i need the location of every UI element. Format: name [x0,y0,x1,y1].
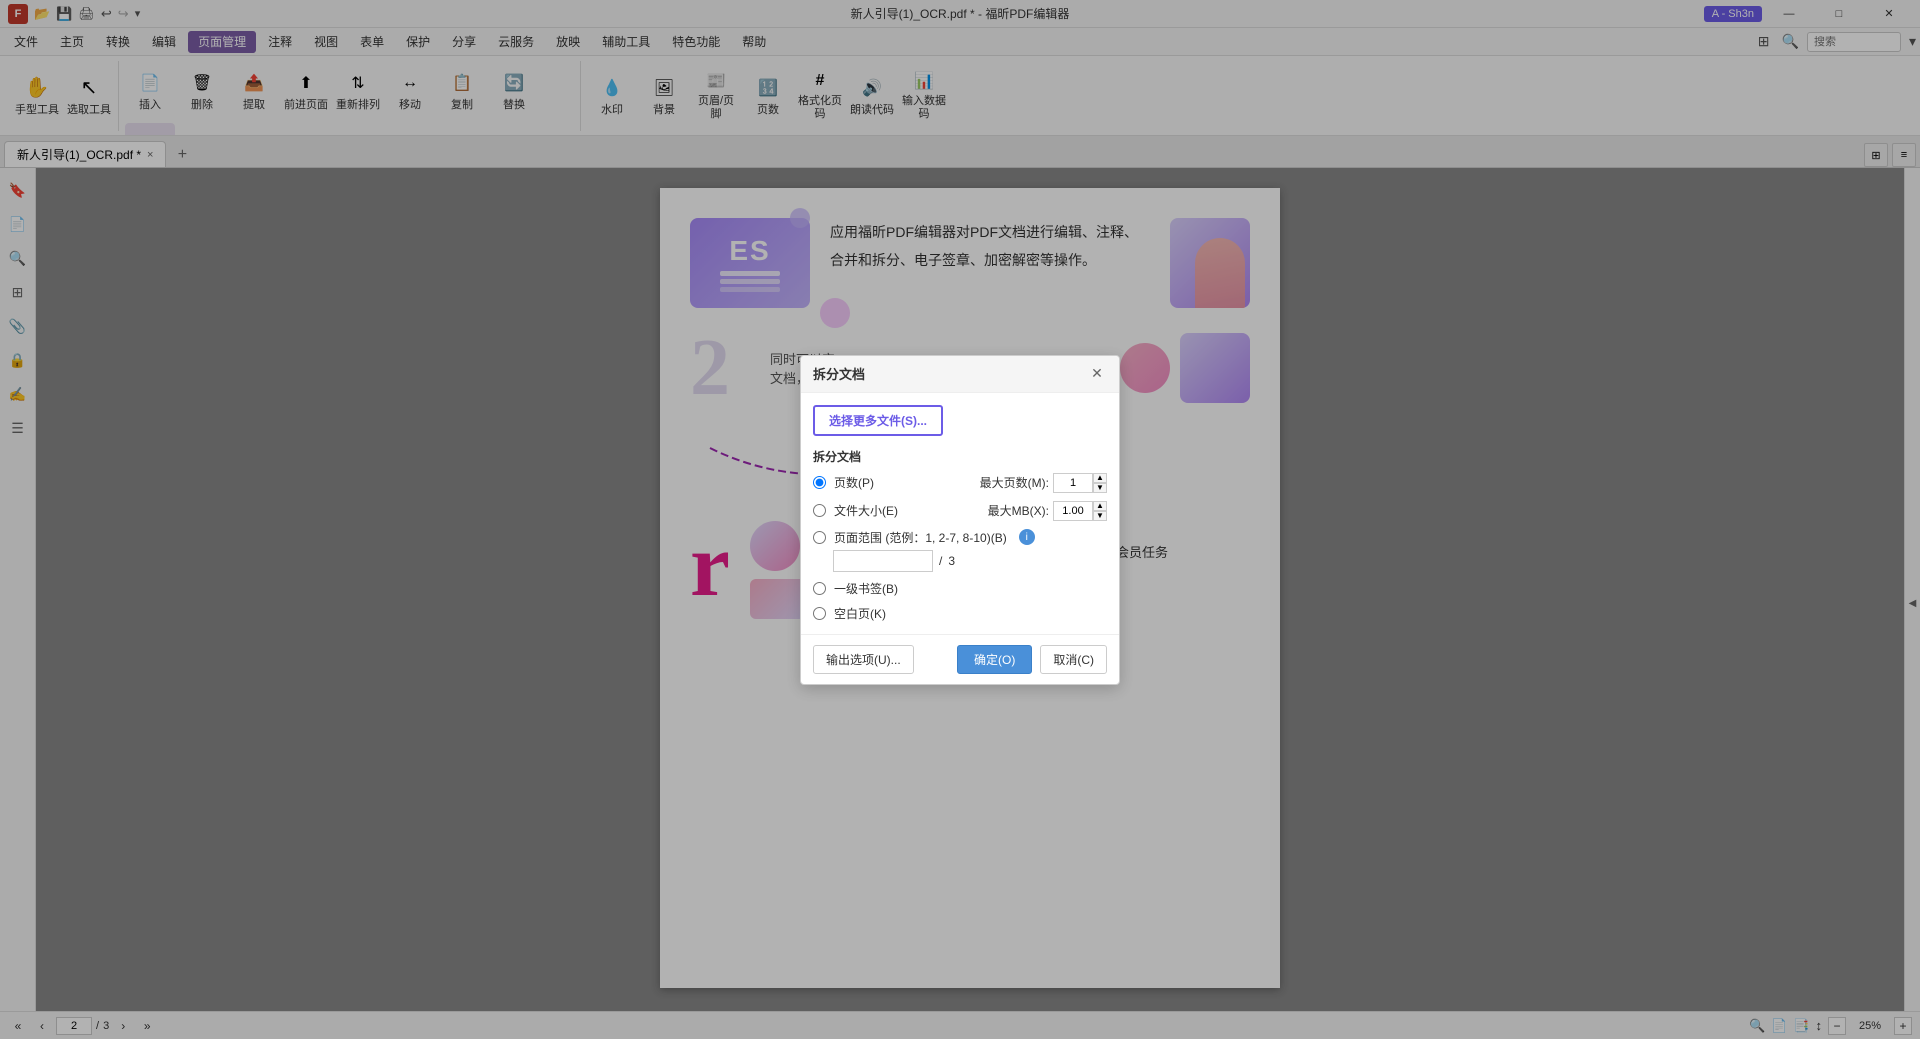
radio-row-blankpage: 空白页(K) [813,605,1107,622]
max-pages-down[interactable]: ▼ [1093,483,1107,493]
radio-bookmark-label[interactable]: 一级书签(B) [834,580,898,597]
max-pages-label: 最大页数(M): [980,474,1049,491]
page-range-input-row: / 3 [813,550,1107,572]
radio-row-bookmark: 一级书签(B) [813,580,1107,597]
dialog-header: 拆分文档 ✕ [801,356,1119,393]
radio-row-pages: 页数(P) 最大页数(M): ▲ ▼ [813,473,1107,493]
page-slash: / [939,554,942,568]
radio-filesize-label[interactable]: 文件大小(E) [834,502,898,519]
footer-right-buttons: 确定(O) 取消(C) [957,645,1107,674]
dialog-close-button[interactable]: ✕ [1087,364,1107,384]
max-pages-spinner: ▲ ▼ [1053,473,1107,493]
max-mb-input[interactable] [1053,501,1093,521]
info-icon[interactable]: i [1019,529,1035,545]
radio-pagerange[interactable] [813,531,826,544]
radio-filesize[interactable] [813,504,826,517]
dialog-body: 选择更多文件(S)... 拆分文档 页数(P) 最大页数(M): [801,393,1119,634]
dialog-title: 拆分文档 [813,364,865,383]
select-files-button[interactable]: 选择更多文件(S)... [813,405,943,436]
radio-row-pagerange: 页面范围 (范例：1, 2-7, 8-10)(B) i [813,529,1107,546]
max-pages-input[interactable] [1053,473,1093,493]
max-pages-row: 最大页数(M): ▲ ▼ [980,473,1107,493]
max-mb-label: 最大MB(X): [988,502,1049,519]
page-total: 3 [948,554,955,568]
radio-bookmark[interactable] [813,582,826,595]
radio-pages-label[interactable]: 页数(P) [834,474,874,491]
output-options-button[interactable]: 输出选项(U)... [813,645,914,674]
radio-blankpage-label[interactable]: 空白页(K) [834,605,886,622]
radio-pagerange-label[interactable]: 页面范围 (范例：1, 2-7, 8-10)(B) [834,529,1007,546]
dialog-overlay: 拆分文档 ✕ 选择更多文件(S)... 拆分文档 页数(P) 最大页数(M): [0,0,1920,1039]
radio-row-filesize: 文件大小(E) 最大MB(X): ▲ ▼ [813,501,1107,521]
max-pages-up[interactable]: ▲ [1093,473,1107,483]
dialog-footer: 输出选项(U)... 确定(O) 取消(C) [801,634,1119,684]
radio-blankpage[interactable] [813,607,826,620]
radio-pages[interactable] [813,476,826,489]
filesize-option-row: 文件大小(E) 最大MB(X): ▲ ▼ [813,501,1107,521]
max-mb-down[interactable]: ▼ [1093,511,1107,521]
pagerange-option-row: 页面范围 (范例：1, 2-7, 8-10)(B) i / 3 [813,529,1107,572]
split-dialog: 拆分文档 ✕ 选择更多文件(S)... 拆分文档 页数(P) 最大页数(M): [800,355,1120,685]
page-range-input[interactable] [833,550,933,572]
max-mb-row: 最大MB(X): ▲ ▼ [988,501,1107,521]
confirm-button[interactable]: 确定(O) [957,645,1032,674]
cancel-button[interactable]: 取消(C) [1040,645,1107,674]
max-mb-up[interactable]: ▲ [1093,501,1107,511]
split-section-title: 拆分文档 [813,448,1107,465]
max-mb-spinner: ▲ ▼ [1053,501,1107,521]
radio-group: 页数(P) 最大页数(M): ▲ ▼ [813,473,1107,622]
pages-option-row: 页数(P) 最大页数(M): ▲ ▼ [813,473,1107,493]
max-mb-arrows: ▲ ▼ [1093,501,1107,521]
max-pages-arrows: ▲ ▼ [1093,473,1107,493]
